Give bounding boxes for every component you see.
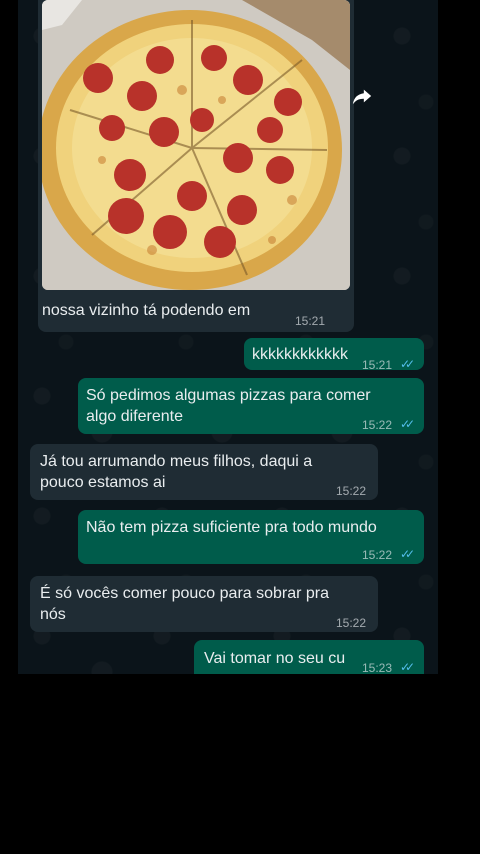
chat-area[interactable]: nossa vizinho tá podendo em 15:21 kkkkkk… bbox=[18, 0, 438, 674]
message-text-line: algo diferente bbox=[86, 408, 183, 425]
message-time: 15:22 bbox=[362, 418, 393, 432]
message-outgoing[interactable]: Vai tomar no seu cu 15:23 ✓✓ bbox=[194, 640, 424, 674]
message-time: 15:21 bbox=[295, 314, 326, 328]
message-time: 15:23 bbox=[362, 661, 393, 674]
message-text-line: É só vocês comer pouco para sobrar pra bbox=[40, 585, 330, 602]
double-check-icon: ✓✓ bbox=[400, 357, 415, 371]
double-check-icon: ✓✓ bbox=[400, 660, 415, 674]
message-text-line: Só pedimos algumas pizzas para comer bbox=[86, 387, 371, 404]
message-time: 15:22 bbox=[336, 484, 367, 498]
message-time: 15:21 bbox=[362, 358, 393, 372]
message-text-line: Já tou arrumando meus filhos, daqui a bbox=[40, 453, 313, 470]
message-time: 15:22 bbox=[362, 548, 393, 562]
double-check-icon: ✓✓ bbox=[400, 547, 415, 561]
message-incoming[interactable]: Já tou arrumando meus filhos, daqui a po… bbox=[30, 444, 378, 500]
message-text-line: nós bbox=[40, 606, 66, 623]
message-text: kkkkkkkkkkkk bbox=[252, 346, 348, 363]
message-incoming[interactable]: É só vocês comer pouco para sobrar pra n… bbox=[30, 576, 378, 632]
message-incoming-photo[interactable]: nossa vizinho tá podendo em 15:21 bbox=[38, 0, 354, 332]
double-check-icon: ✓✓ bbox=[400, 417, 415, 431]
message-text: Vai tomar no seu cu bbox=[204, 650, 346, 667]
message-text: Não tem pizza suficiente pra todo mundo bbox=[86, 519, 377, 536]
forward-arrow-icon[interactable] bbox=[351, 85, 373, 107]
message-text: nossa vizinho tá podendo em bbox=[42, 302, 251, 319]
message-outgoing[interactable]: Não tem pizza suficiente pra todo mundo … bbox=[78, 510, 424, 564]
message-outgoing[interactable]: kkkkkkkkkkkk 15:21 ✓✓ bbox=[244, 338, 424, 372]
message-outgoing[interactable]: Só pedimos algumas pizzas para comer alg… bbox=[78, 378, 424, 434]
pizza-image bbox=[42, 0, 350, 290]
message-text-line: pouco estamos ai bbox=[40, 474, 166, 491]
pizza-photo[interactable] bbox=[42, 0, 350, 290]
message-time: 15:22 bbox=[336, 616, 367, 630]
